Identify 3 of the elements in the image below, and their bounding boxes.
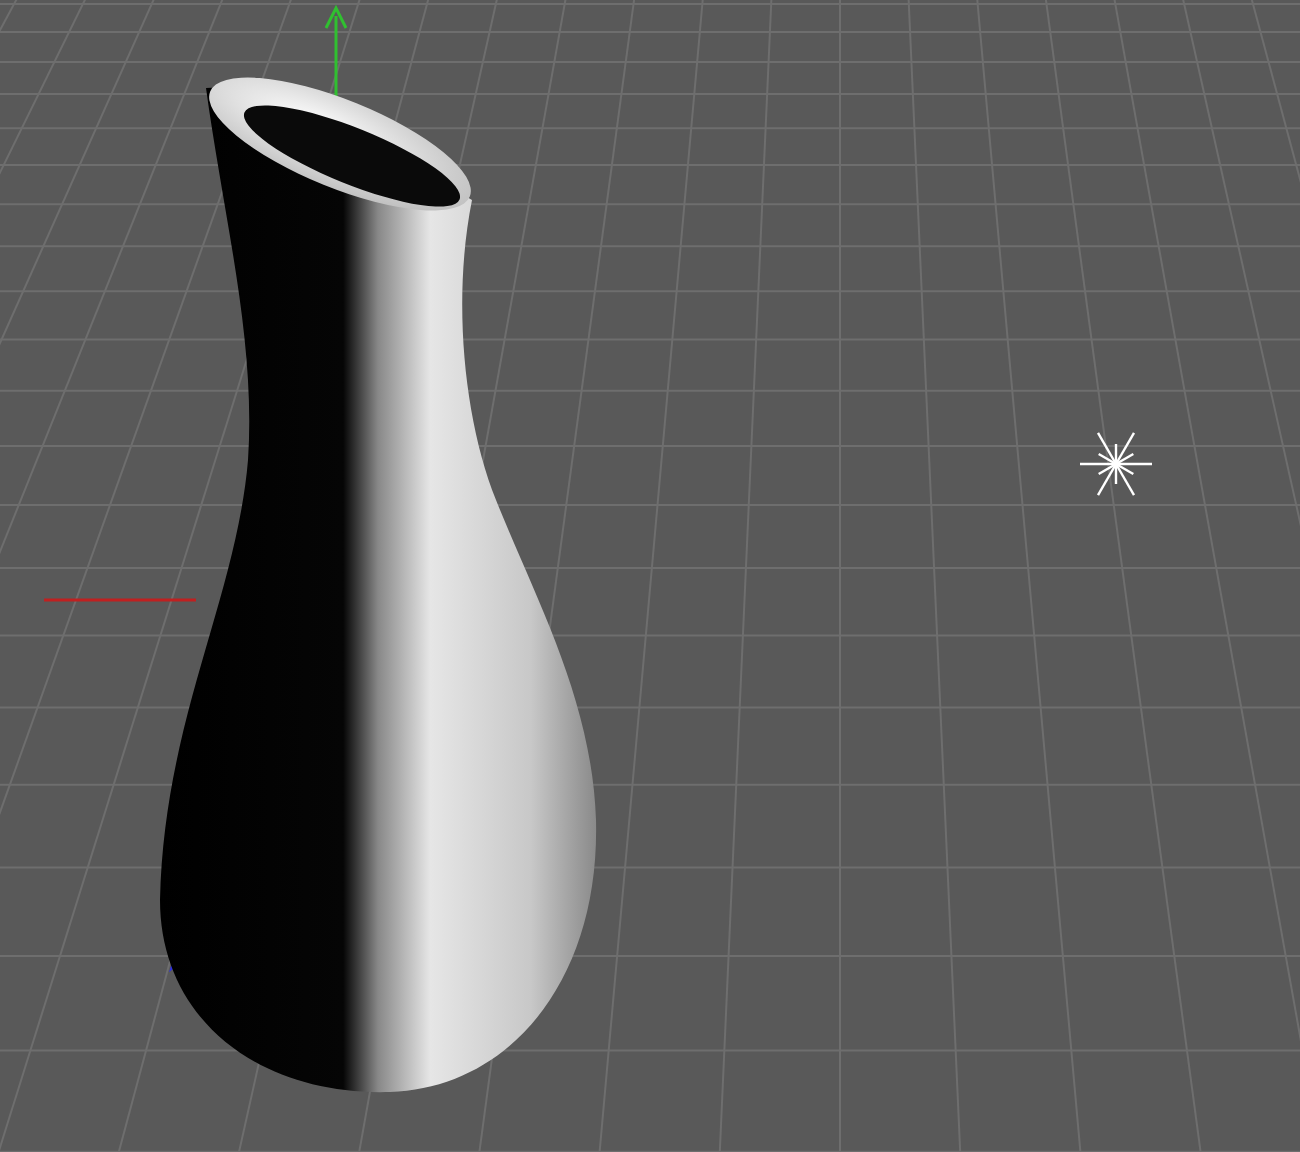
vase-model[interactable] [160,77,596,1092]
light-icon[interactable] [1080,432,1152,496]
3d-viewport[interactable] [0,0,1300,1152]
